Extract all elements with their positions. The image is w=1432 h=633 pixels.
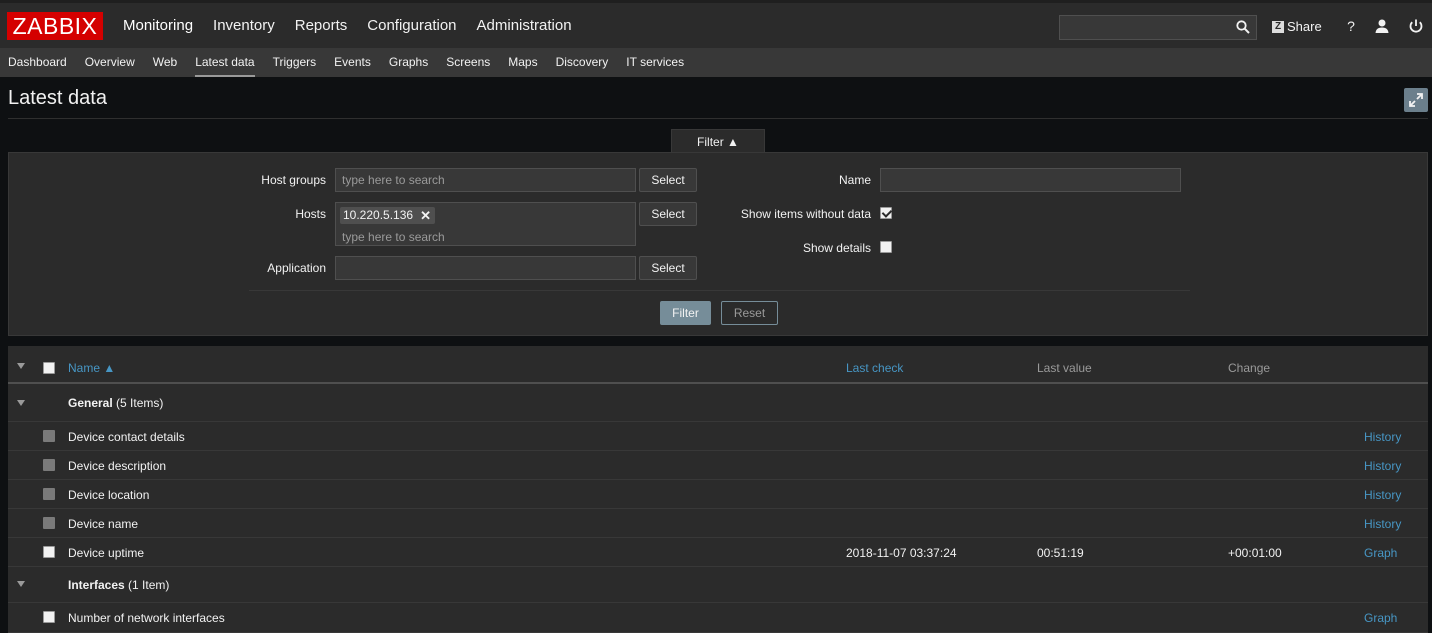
host-tag-label: 10.220.5.136 <box>343 208 414 222</box>
submenu-screens[interactable]: Screens <box>437 48 499 77</box>
menu-administration[interactable]: Administration <box>467 3 582 48</box>
show-details-label: Show details <box>802 241 871 255</box>
item-name: Device description <box>68 459 167 473</box>
sub-navigation: Dashboard Overview Web Latest data Trigg… <box>0 48 1432 77</box>
table-row: Number of network interfaces Graph <box>8 603 1428 633</box>
user-profile-icon[interactable] <box>1373 17 1391 35</box>
submenu-discovery[interactable]: Discovery <box>547 48 618 77</box>
help-icon[interactable]: ? <box>1342 17 1360 35</box>
page-header: Latest data <box>0 77 1432 119</box>
header-divider <box>8 118 1428 119</box>
last-check-value: 2018-11-07 03:37:24 <box>846 546 957 560</box>
host-groups-input[interactable]: type here to search <box>335 168 636 192</box>
filter-panel: Host groups type here to search Select H… <box>8 152 1428 336</box>
table-header: Name ▲ Last check Last value Change <box>8 346 1428 384</box>
last-value-column-header: Last value <box>1037 361 1092 375</box>
hosts-label: Hosts <box>295 207 326 221</box>
fullscreen-button[interactable] <box>1404 88 1428 112</box>
latest-data-table: Name ▲ Last check Last value Change Gene… <box>8 346 1428 633</box>
submenu-it-services[interactable]: IT services <box>617 48 693 77</box>
history-link[interactable]: History <box>1364 430 1401 444</box>
share-button[interactable]: Z Share <box>1272 19 1322 34</box>
history-link[interactable]: History <box>1364 488 1401 502</box>
menu-monitoring[interactable]: Monitoring <box>113 3 203 48</box>
fullscreen-icon <box>1409 93 1423 107</box>
collapse-group-icon[interactable] <box>17 581 25 587</box>
item-name: Device name <box>68 517 139 531</box>
item-name: Device uptime <box>68 546 145 560</box>
sign-out-icon[interactable] <box>1407 17 1425 35</box>
name-label: Name <box>838 173 871 187</box>
collapse-group-icon[interactable] <box>17 400 25 406</box>
share-label: Share <box>1287 19 1322 34</box>
host-groups-select-button[interactable]: Select <box>639 168 697 192</box>
submenu-web[interactable]: Web <box>144 48 186 77</box>
menu-configuration[interactable]: Configuration <box>357 3 466 48</box>
submenu-dashboard[interactable]: Dashboard <box>0 48 76 77</box>
group-name: General (5 Items) <box>68 396 164 410</box>
show-details-checkbox[interactable] <box>880 241 892 253</box>
filter-divider <box>249 290 1190 291</box>
hosts-multiselect[interactable]: 10.220.5.136 ✕ type here to search <box>335 202 636 246</box>
main-menu: Monitoring Inventory Reports Configurati… <box>113 3 582 48</box>
host-groups-label: Host groups <box>261 173 326 187</box>
submenu-graphs[interactable]: Graphs <box>380 48 437 77</box>
name-input[interactable] <box>880 168 1181 192</box>
submenu-events[interactable]: Events <box>325 48 380 77</box>
menu-reports[interactable]: Reports <box>285 3 358 48</box>
row-checkbox <box>43 517 55 529</box>
history-link[interactable]: History <box>1364 459 1401 473</box>
graph-link[interactable]: Graph <box>1364 546 1397 560</box>
row-checkbox <box>43 488 55 500</box>
hosts-select-button[interactable]: Select <box>639 202 697 226</box>
zabbix-logo[interactable]: ZABBIX <box>7 12 103 40</box>
page-title: Latest data <box>8 87 107 109</box>
reset-button[interactable]: Reset <box>721 301 778 325</box>
group-name: Interfaces (1 Item) <box>68 578 170 592</box>
item-name: Device contact details <box>68 430 185 444</box>
hosts-search-placeholder: type here to search <box>342 230 445 244</box>
row-checkbox <box>43 430 55 442</box>
last-check-column-header[interactable]: Last check <box>846 361 903 375</box>
name-column-header[interactable]: Name ▲ <box>68 361 115 375</box>
filter-button[interactable]: Filter <box>660 301 711 325</box>
global-search-input[interactable] <box>1059 15 1257 40</box>
item-name: Number of network interfaces <box>68 611 225 625</box>
table-row: Device uptime 2018-11-07 03:37:24 00:51:… <box>8 538 1428 567</box>
last-value: 00:51:19 <box>1037 546 1084 560</box>
submenu-triggers[interactable]: Triggers <box>264 48 326 77</box>
table-row: Device contact details History <box>8 422 1428 451</box>
menu-inventory[interactable]: Inventory <box>203 3 285 48</box>
show-items-without-data-checkbox[interactable] <box>880 207 892 219</box>
group-row-interfaces: Interfaces (1 Item) <box>8 567 1428 603</box>
change-value: +00:01:00 <box>1228 546 1282 560</box>
row-checkbox[interactable] <box>43 611 55 623</box>
application-input[interactable] <box>335 256 636 280</box>
row-checkbox[interactable] <box>43 546 55 558</box>
table-row: Device description History <box>8 451 1428 480</box>
collapse-all-icon[interactable] <box>17 363 25 369</box>
change-column-header: Change <box>1228 361 1271 375</box>
application-label: Application <box>267 261 326 275</box>
history-link[interactable]: History <box>1364 517 1401 531</box>
zabbix-share-icon: Z <box>1272 20 1284 33</box>
graph-link[interactable]: Graph <box>1364 611 1397 625</box>
host-tag: 10.220.5.136 ✕ <box>340 207 436 224</box>
submenu-latest-data[interactable]: Latest data <box>186 48 263 77</box>
table-row: Device location History <box>8 480 1428 509</box>
top-navigation: ZABBIX Monitoring Inventory Reports Conf… <box>0 0 1432 48</box>
table-row: Device name History <box>8 509 1428 538</box>
search-icon[interactable] <box>1236 20 1250 34</box>
row-checkbox <box>43 459 55 471</box>
show-items-without-data-label: Show items without data <box>740 207 871 221</box>
submenu-maps[interactable]: Maps <box>499 48 546 77</box>
remove-host-icon[interactable]: ✕ <box>420 207 431 224</box>
filter-toggle-tab[interactable]: Filter ▲ <box>671 129 765 153</box>
select-all-checkbox[interactable] <box>43 362 55 374</box>
application-select-button[interactable]: Select <box>639 256 697 280</box>
group-row-general: General (5 Items) <box>8 386 1428 422</box>
item-name: Device location <box>68 488 150 502</box>
submenu-overview[interactable]: Overview <box>76 48 144 77</box>
